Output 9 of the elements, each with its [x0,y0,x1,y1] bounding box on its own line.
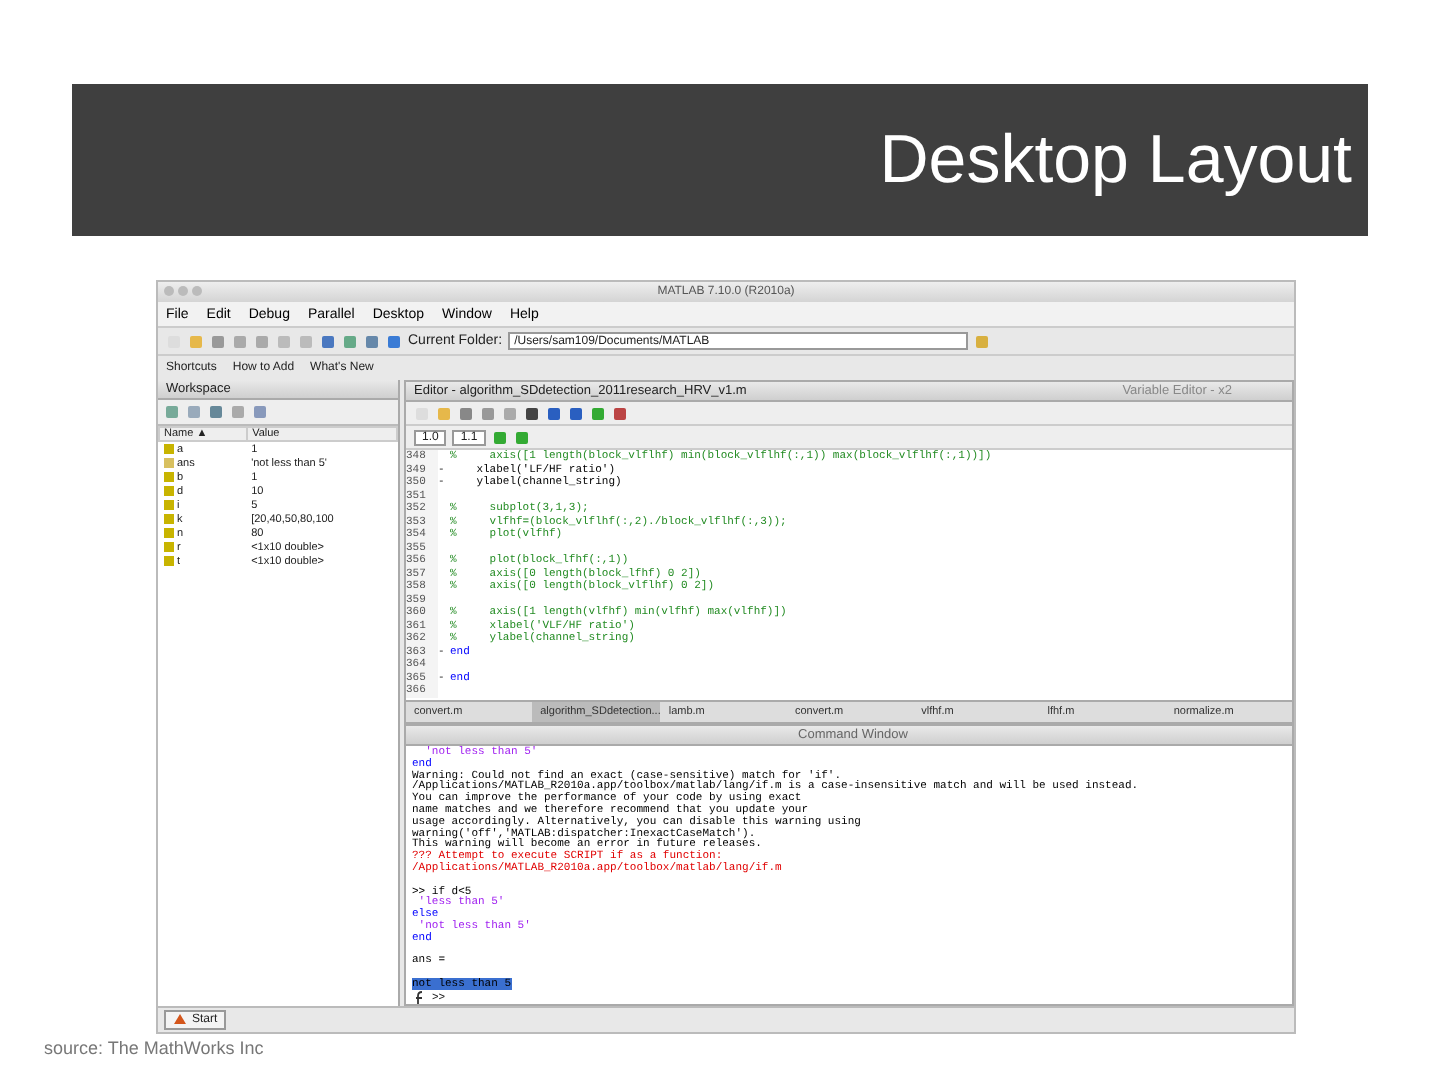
minimize-button[interactable] [178,286,188,296]
source-caption: source: The MathWorks Inc [44,1038,266,1058]
matlab-logo-icon [172,1012,188,1028]
zoom-button[interactable] [192,286,202,296]
close-button[interactable] [164,286,174,296]
char-variable-icon [163,457,173,468]
matrix-variable-icon [163,443,173,454]
function-icon[interactable] [412,989,428,1004]
slide-title: Desktop Layout [879,121,1352,199]
